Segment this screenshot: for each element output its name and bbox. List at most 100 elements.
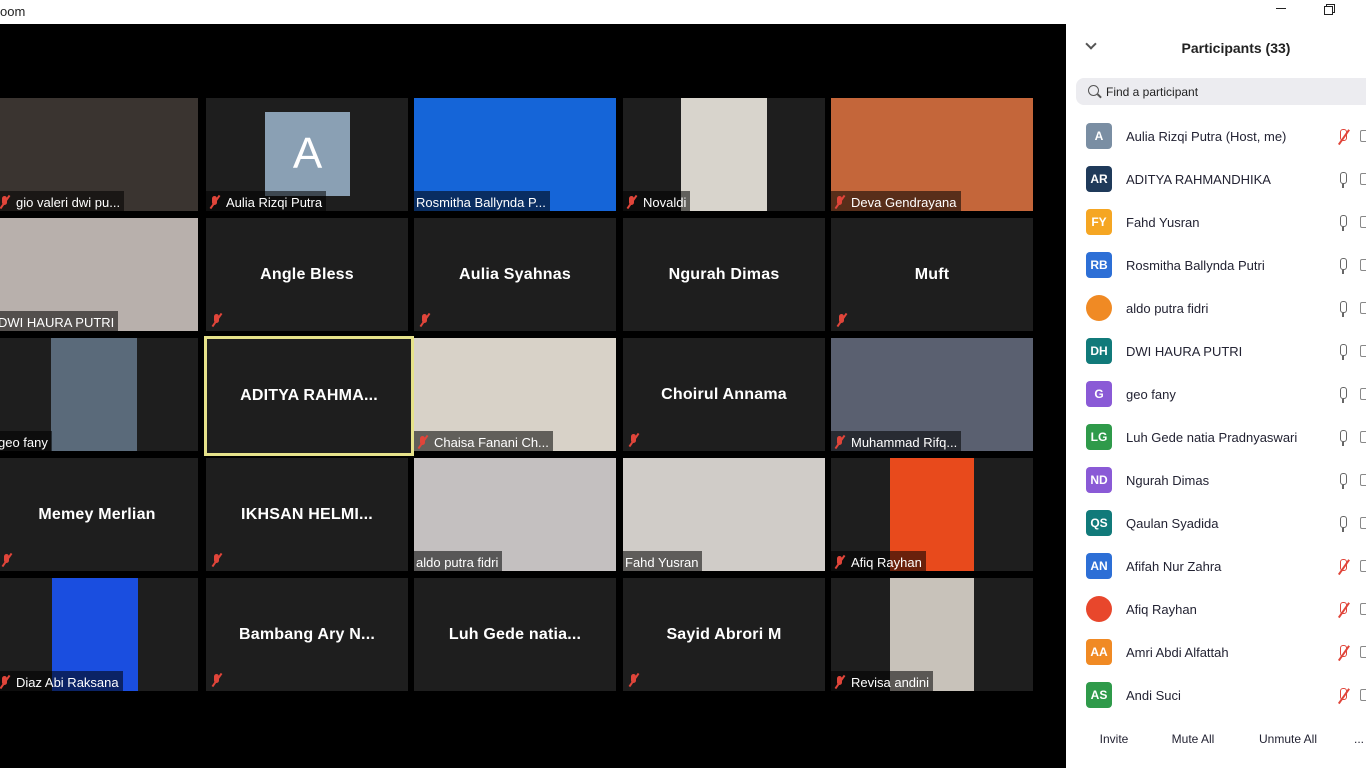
mic-icon[interactable] bbox=[1336, 516, 1350, 532]
name-label: aldo putra fidri bbox=[414, 551, 503, 571]
participant-name: Revisa andini bbox=[851, 674, 930, 690]
mic-muted-icon[interactable] bbox=[1336, 602, 1350, 618]
participant-row[interactable]: A Aulia Rizqi Putra (Host, me) bbox=[1066, 115, 1366, 158]
participant-name: Rosmitha Ballynda P... bbox=[416, 194, 546, 210]
more-button[interactable]: ... bbox=[1352, 726, 1366, 752]
participant-row[interactable]: AS Andi Suci bbox=[1066, 674, 1366, 717]
video-tile[interactable]: Memey Merlian bbox=[0, 458, 198, 571]
name-label: Deva Gendrayana bbox=[831, 191, 961, 211]
participant-row[interactable]: aldo putra fidri bbox=[1066, 287, 1366, 330]
participant-name: Muft bbox=[914, 265, 950, 283]
video-icon[interactable] bbox=[1360, 431, 1366, 443]
mic-muted-icon[interactable] bbox=[1336, 559, 1350, 575]
avatar: RB bbox=[1086, 252, 1112, 278]
video-tile[interactable]: aldo putra fidri bbox=[414, 458, 616, 571]
mute-all-button[interactable]: Mute All bbox=[1162, 726, 1224, 752]
video-icon[interactable] bbox=[1360, 345, 1366, 357]
participant-row[interactable]: RB Rosmitha Ballynda Putri bbox=[1066, 244, 1366, 287]
mic-icon[interactable] bbox=[1336, 172, 1350, 188]
mic-muted-icon bbox=[210, 313, 224, 327]
name-label: Chaisa Fanani Ch... bbox=[414, 431, 553, 451]
video-icon[interactable] bbox=[1360, 259, 1366, 271]
mic-icon[interactable] bbox=[1336, 301, 1350, 317]
participant-row[interactable]: Afiq Rayhan bbox=[1066, 588, 1366, 631]
participant-name: Rosmitha Ballynda Putri bbox=[1126, 258, 1265, 273]
participant-row[interactable]: DH DWI HAURA PUTRI bbox=[1066, 330, 1366, 373]
participant-name: ADITYA RAHMANDHIKA bbox=[1126, 172, 1271, 187]
search-input[interactable]: Find a participant bbox=[1076, 78, 1366, 105]
video-icon[interactable] bbox=[1360, 603, 1366, 615]
search-icon bbox=[1088, 85, 1099, 96]
participant-row[interactable]: Ggeo fany bbox=[1066, 373, 1366, 416]
participant-row[interactable]: FY Fahd Yusran bbox=[1066, 201, 1366, 244]
participant-row[interactable]: AA Amri Abdi Alfattah bbox=[1066, 631, 1366, 674]
participant-name: Ngurah Dimas bbox=[668, 265, 780, 283]
video-tile[interactable]: Ngurah Dimas bbox=[623, 218, 825, 331]
video-tile[interactable]: Bambang Ary N... bbox=[206, 578, 408, 691]
video-icon[interactable] bbox=[1360, 130, 1366, 142]
video-tile[interactable]: IKHSAN HELMI... bbox=[206, 458, 408, 571]
video-icon[interactable] bbox=[1360, 302, 1366, 314]
video-icon[interactable] bbox=[1360, 517, 1366, 529]
video-tile[interactable]: Novaldi bbox=[623, 98, 825, 211]
video-tile[interactable]: Revisa andini bbox=[831, 578, 1033, 691]
participant-row[interactable]: ND Ngurah Dimas bbox=[1066, 459, 1366, 502]
video-icon[interactable] bbox=[1360, 560, 1366, 572]
participant-name: Angle Bless bbox=[260, 265, 354, 283]
video-tile[interactable]: A Aulia Rizqi Putra bbox=[206, 98, 408, 211]
unmute-all-button[interactable]: Unmute All bbox=[1250, 726, 1326, 752]
minimize-button[interactable] bbox=[1258, 0, 1304, 24]
video-tile[interactable]: Angle Bless bbox=[206, 218, 408, 331]
video-tile[interactable]: Luh Gede natia... bbox=[414, 578, 616, 691]
video-tile[interactable]: Muft bbox=[831, 218, 1033, 331]
video-tile[interactable]: Aulia Syahnas bbox=[414, 218, 616, 331]
mic-icon[interactable] bbox=[1336, 473, 1350, 489]
participant-name: Aulia Syahnas bbox=[459, 265, 571, 283]
participant-row[interactable]: AR ADITYA RAHMANDHIKA bbox=[1066, 158, 1366, 201]
mic-icon[interactable] bbox=[1336, 344, 1350, 360]
video-tile[interactable]: Fahd Yusran bbox=[623, 458, 825, 571]
mic-icon[interactable] bbox=[1336, 215, 1350, 231]
avatar: DH bbox=[1086, 338, 1112, 364]
name-label: Fahd Yusran bbox=[623, 551, 703, 571]
video-icon[interactable] bbox=[1360, 474, 1366, 486]
video-tile[interactable]: Afiq Rayhan bbox=[831, 458, 1033, 571]
video-icon[interactable] bbox=[1360, 216, 1366, 228]
video-tile[interactable]: DWI HAURA PUTRI bbox=[0, 218, 198, 331]
minimize-icon bbox=[1276, 7, 1286, 9]
mic-icon[interactable] bbox=[1336, 387, 1350, 403]
video-tile[interactable]: Rosmitha Ballynda P... bbox=[414, 98, 616, 211]
video-tile[interactable]: geo fany bbox=[0, 338, 198, 451]
restore-button[interactable] bbox=[1305, 0, 1351, 24]
video-tile[interactable]: Sayid Abrori M bbox=[623, 578, 825, 691]
avatar: FY bbox=[1086, 209, 1112, 235]
mic-muted-icon[interactable] bbox=[1336, 129, 1350, 145]
video-icon[interactable] bbox=[1360, 173, 1366, 185]
video-tile[interactable]: ADITYA RAHMA... bbox=[204, 336, 414, 456]
video-icon[interactable] bbox=[1360, 388, 1366, 400]
mic-muted-icon[interactable] bbox=[1336, 688, 1350, 704]
invite-button[interactable]: Invite bbox=[1090, 726, 1138, 752]
mic-icon[interactable] bbox=[1336, 430, 1350, 446]
avatar: AN bbox=[1086, 553, 1112, 579]
video-tile[interactable]: Deva Gendrayana bbox=[831, 98, 1033, 211]
mic-muted-icon bbox=[0, 553, 14, 567]
panel-title: Participants (33) bbox=[1181, 40, 1291, 56]
participant-row[interactable]: LG Luh Gede natia Pradnyaswari bbox=[1066, 416, 1366, 459]
mic-icon[interactable] bbox=[1336, 258, 1350, 274]
participant-row[interactable]: QS Qaulan Syadida bbox=[1066, 502, 1366, 545]
participant-row[interactable]: AN Afifah Nur Zahra bbox=[1066, 545, 1366, 588]
video-tile[interactable]: Chaisa Fanani Ch... bbox=[414, 338, 616, 451]
mic-muted-icon[interactable] bbox=[1336, 645, 1350, 661]
avatar: AA bbox=[1086, 639, 1112, 665]
video-tile[interactable]: Diaz Abi Raksana bbox=[0, 578, 198, 691]
video-icon[interactable] bbox=[1360, 689, 1366, 701]
mic-muted-icon bbox=[833, 435, 847, 449]
name-label: Aulia Rizqi Putra bbox=[206, 191, 327, 211]
video-tile[interactable]: Muhammad Rifq... bbox=[831, 338, 1033, 451]
name-label: DWI HAURA PUTRI bbox=[0, 311, 119, 331]
video-icon[interactable] bbox=[1360, 646, 1366, 658]
video-tile[interactable]: Choirul Annama bbox=[623, 338, 825, 451]
name-label: geo fany bbox=[0, 431, 52, 451]
video-tile[interactable]: gio valeri dwi pu... bbox=[0, 98, 198, 211]
